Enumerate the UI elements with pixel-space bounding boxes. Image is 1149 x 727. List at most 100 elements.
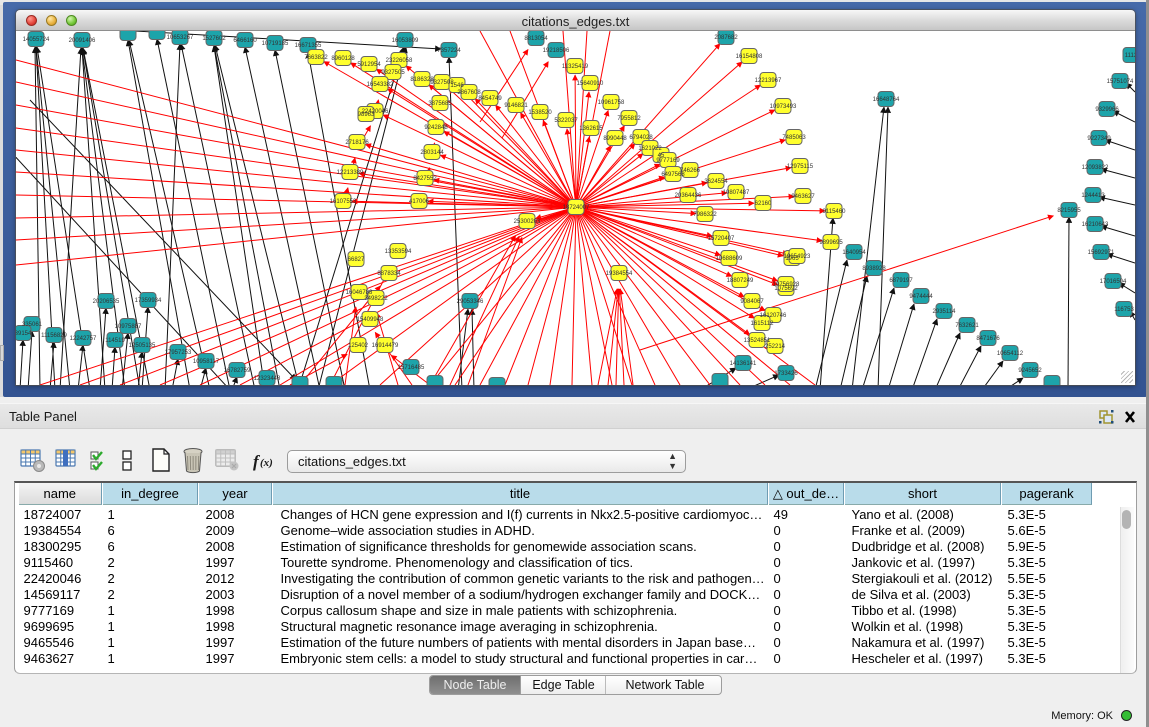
svg-text:15640910: 15640910 — [577, 81, 604, 87]
svg-text:10958117: 10958117 — [193, 359, 220, 365]
svg-text:5322037: 5322037 — [554, 118, 578, 124]
svg-text:417006: 417006 — [409, 199, 430, 205]
svg-text:13353594: 13353594 — [385, 249, 412, 255]
svg-text:2087682: 2087682 — [714, 35, 738, 41]
svg-text:12213389: 12213389 — [337, 170, 364, 176]
svg-text:116753: 116753 — [1114, 307, 1134, 313]
svg-text:16053809: 16053809 — [392, 38, 419, 44]
svg-text:125402: 125402 — [348, 343, 369, 349]
svg-text:16648764: 16648764 — [873, 97, 900, 103]
svg-text:9227349: 9227349 — [1087, 136, 1111, 142]
svg-text:23226058: 23226058 — [386, 58, 413, 64]
svg-text:18807249: 18807249 — [727, 278, 754, 284]
svg-text:12323448: 12323448 — [254, 376, 281, 382]
svg-text:25300203: 25300203 — [514, 219, 541, 225]
svg-text:9463627: 9463627 — [791, 194, 815, 200]
svg-text:16914479: 16914479 — [372, 343, 399, 349]
svg-text:19218506: 19218506 — [543, 48, 570, 54]
svg-text:114519: 114519 — [105, 338, 125, 344]
svg-text:8960128: 8960128 — [331, 56, 355, 62]
svg-text:10961758: 10961758 — [598, 100, 625, 106]
svg-text:10756928: 10756928 — [773, 282, 800, 288]
svg-text:8878334: 8878334 — [377, 271, 401, 277]
svg-text:11325419: 11325419 — [562, 64, 589, 70]
svg-text:10973493: 10973493 — [770, 104, 797, 110]
svg-text:1362615: 1362615 — [579, 126, 603, 132]
svg-text:9899695: 9899695 — [819, 240, 843, 246]
svg-text:5912954: 5912954 — [357, 62, 381, 68]
svg-text:10719185: 10719185 — [262, 41, 289, 47]
svg-text:16210643: 16210643 — [1082, 222, 1109, 228]
svg-text:10688609: 10688609 — [716, 256, 743, 262]
svg-text:9146821: 9146821 — [504, 103, 528, 109]
svg-text:8215955: 8215955 — [1057, 208, 1081, 214]
svg-text:20364436: 20364436 — [675, 193, 702, 199]
svg-text:8813054: 8813054 — [524, 36, 548, 42]
svg-text:39154: 39154 — [16, 331, 32, 337]
svg-text:16154808: 16154808 — [736, 54, 763, 60]
svg-text:2935114: 2935114 — [933, 309, 957, 315]
svg-text:15716485: 15716485 — [398, 365, 425, 371]
svg-text:10975887: 10975887 — [115, 324, 142, 330]
svg-text:16671355: 16671355 — [295, 43, 322, 49]
svg-text:7485063: 7485063 — [782, 135, 806, 141]
svg-text:15751074: 15751074 — [1107, 79, 1134, 85]
svg-text:1621022: 1621022 — [638, 146, 662, 152]
svg-text:10807487: 10807487 — [723, 190, 750, 196]
svg-text:12242757: 12242757 — [70, 336, 97, 342]
svg-text:9242848: 9242848 — [424, 125, 448, 131]
svg-text:20206535: 20206535 — [93, 299, 120, 305]
svg-text:7632621: 7632621 — [955, 323, 979, 329]
svg-text:6466160: 6466160 — [233, 38, 257, 44]
svg-text:6879197: 6879197 — [889, 278, 913, 284]
svg-text:1640954: 1640954 — [842, 250, 866, 256]
svg-text:9115460: 9115460 — [823, 209, 847, 215]
svg-text:15409948: 15409948 — [357, 317, 384, 323]
svg-text:15692971: 15692971 — [1088, 250, 1115, 256]
svg-text:7955812: 7955812 — [617, 116, 641, 122]
svg-text:1244413: 1244413 — [1081, 193, 1105, 199]
svg-text:8990448: 8990448 — [603, 136, 627, 142]
svg-text:16120746: 16120746 — [760, 313, 787, 319]
svg-text:9084067: 9084067 — [740, 299, 764, 305]
svg-text:9777169: 9777169 — [656, 158, 680, 164]
svg-text:10653267: 10653267 — [167, 35, 194, 41]
svg-text:252214: 252214 — [765, 344, 786, 350]
svg-text:1112: 1112 — [1125, 53, 1135, 59]
svg-text:9327505: 9327505 — [381, 70, 405, 76]
svg-text:1733426: 1733426 — [774, 371, 798, 377]
svg-text:62160: 62160 — [755, 201, 772, 207]
svg-text:8471676: 8471676 — [976, 336, 1000, 342]
svg-text:15720407: 15720407 — [708, 236, 735, 242]
svg-text:3875685: 3875685 — [428, 101, 452, 107]
svg-text:12213967: 12213967 — [755, 78, 782, 84]
svg-text:12505135: 12505135 — [129, 343, 156, 349]
svg-text:(x): (x) — [260, 457, 273, 469]
svg-text:14055724: 14055724 — [23, 37, 50, 43]
svg-text:17359934: 17359934 — [135, 298, 162, 304]
svg-text:9329966: 9329966 — [1095, 107, 1119, 113]
svg-text:9474444: 9474444 — [909, 294, 933, 300]
svg-text:7986322: 7986322 — [693, 212, 717, 218]
svg-text:17016504: 17016504 — [1100, 279, 1127, 285]
svg-text:3624554: 3624554 — [704, 179, 728, 185]
svg-text:16782759: 16782759 — [224, 368, 251, 374]
svg-text:3498222: 3498222 — [364, 296, 388, 302]
svg-text:8938928: 8938928 — [862, 266, 886, 272]
svg-text:1538520: 1538520 — [528, 110, 552, 116]
svg-text:12093822: 12093822 — [1082, 165, 1109, 171]
svg-text:29053346: 29053346 — [457, 299, 484, 305]
svg-text:14136141: 14136141 — [730, 361, 757, 367]
svg-text:18724007: 18724007 — [563, 205, 590, 211]
svg-text:8454749: 8454749 — [478, 96, 502, 102]
svg-text:16543382: 16543382 — [367, 82, 394, 88]
svg-text:16107553: 16107553 — [330, 199, 357, 205]
svg-text:7663822: 7663822 — [304, 55, 328, 61]
svg-text:98963: 98963 — [358, 112, 375, 118]
svg-text:8427552: 8427552 — [413, 176, 437, 182]
svg-text:66827: 66827 — [348, 257, 365, 263]
svg-text:746266: 746266 — [680, 168, 701, 174]
svg-text:335061: 335061 — [22, 322, 43, 328]
svg-text:19384554: 19384554 — [606, 271, 633, 277]
svg-text:19654923: 19654923 — [784, 254, 811, 260]
